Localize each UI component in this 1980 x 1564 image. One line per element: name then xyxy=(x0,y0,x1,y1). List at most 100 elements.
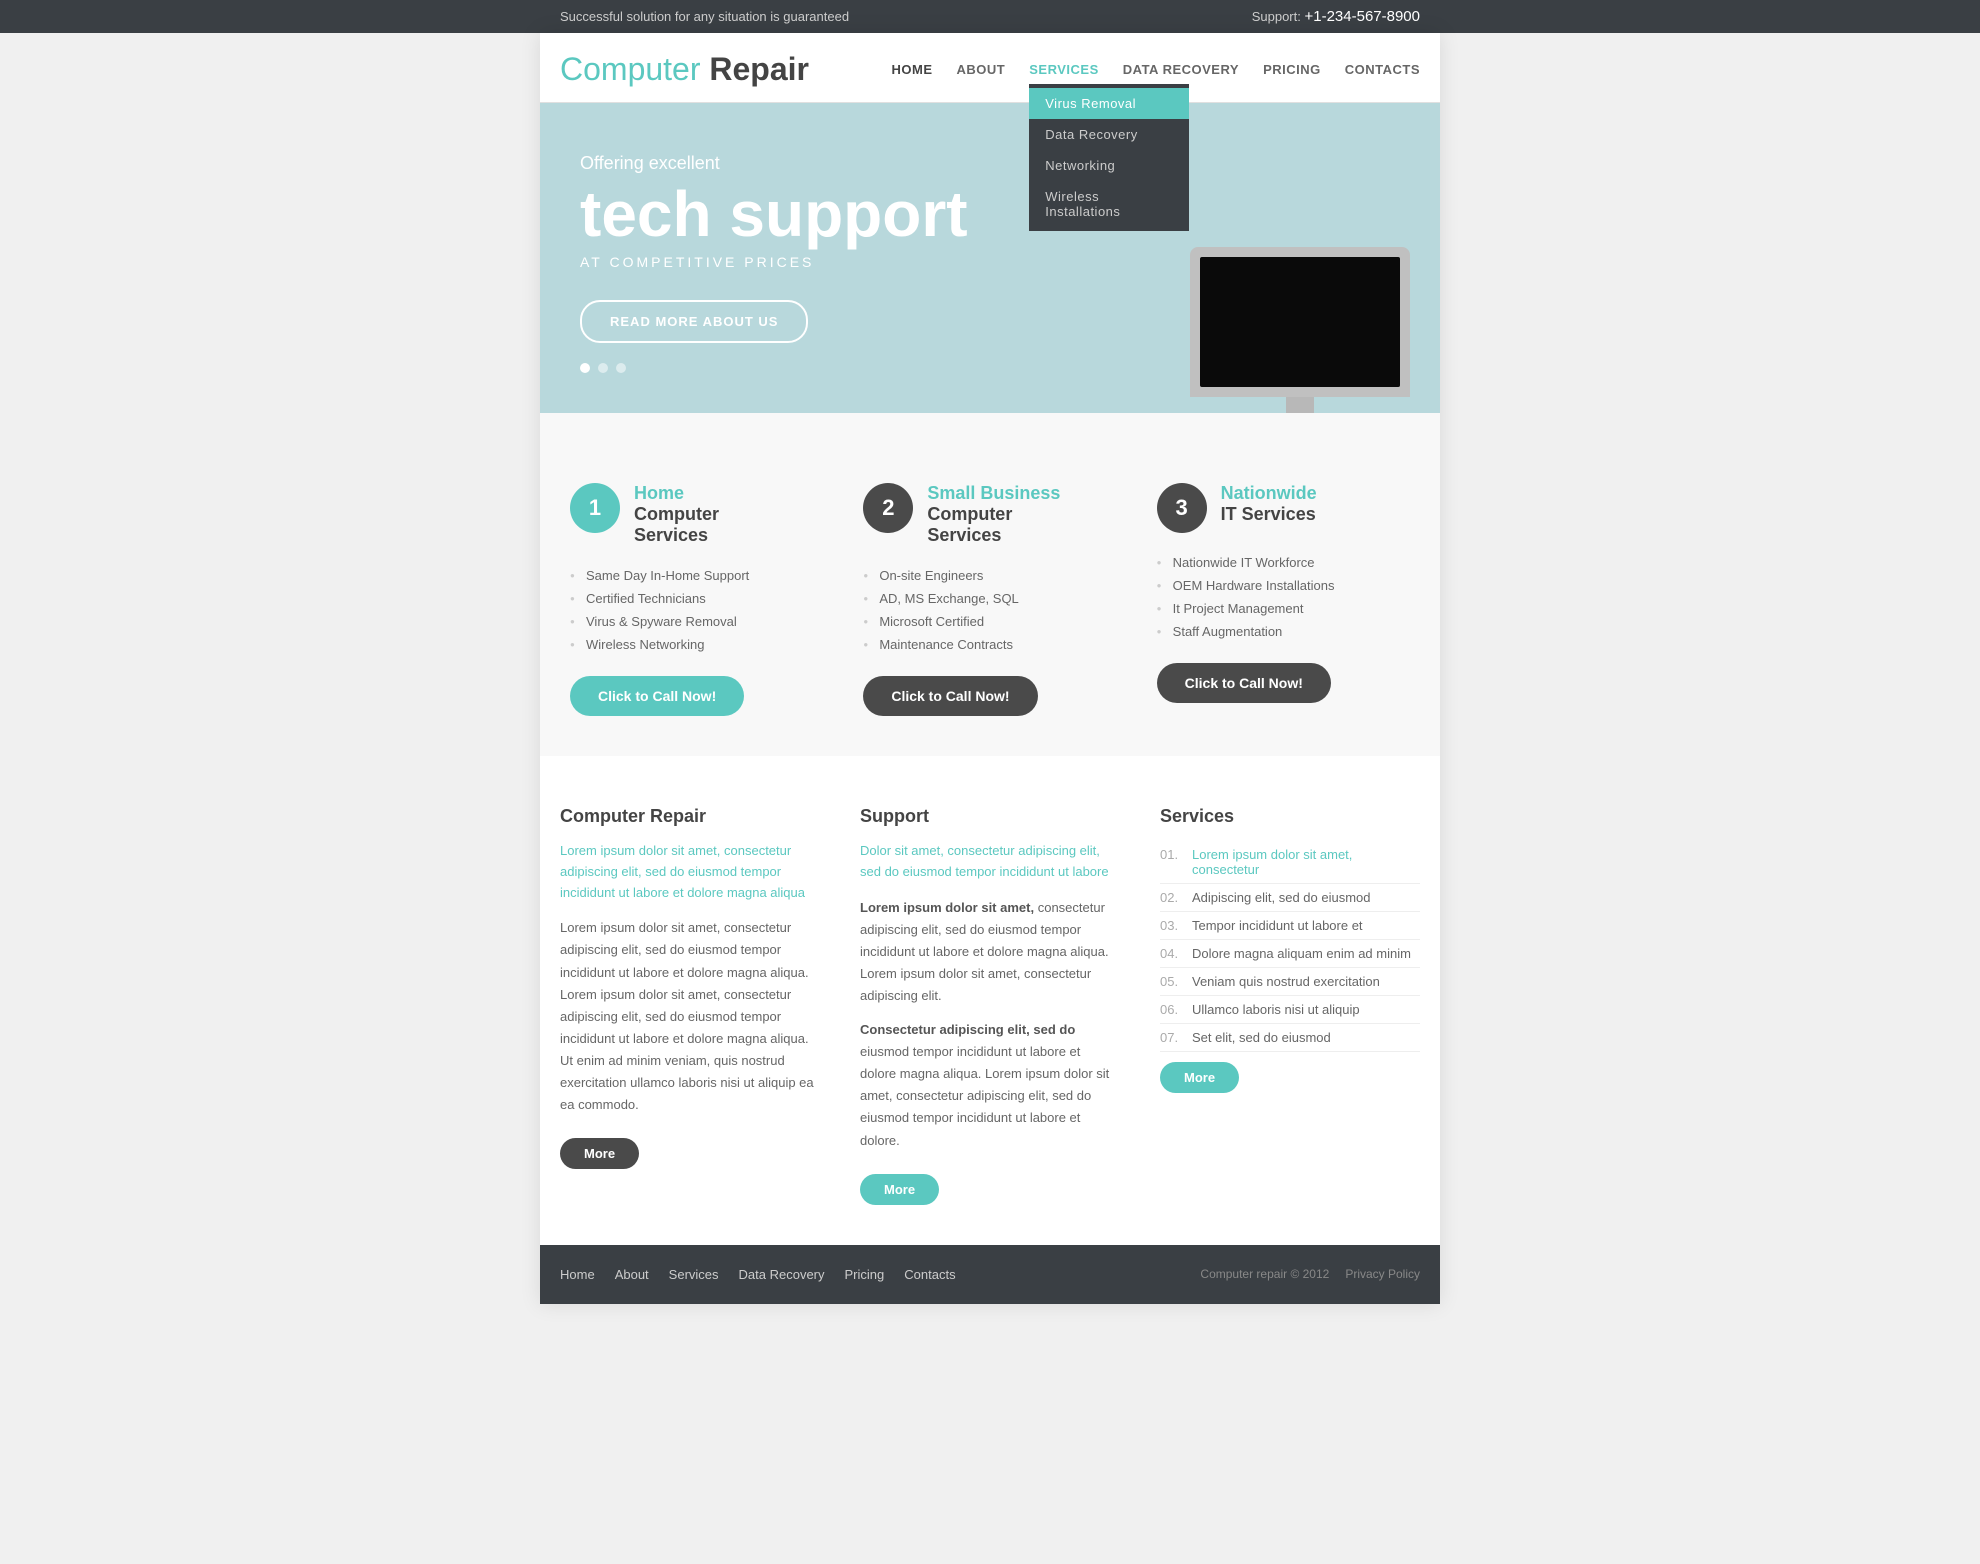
service-list-item-6[interactable]: 06. Ullamco laboris nisi ut aliquip xyxy=(1160,996,1420,1024)
service-item-text: Lorem ipsum dolor sit amet, consectetur xyxy=(1192,847,1420,877)
list-item: Nationwide IT Workforce xyxy=(1157,551,1410,574)
dot-3[interactable] xyxy=(616,363,626,373)
hero-banner: Offering excellent tech support AT COMPE… xyxy=(540,103,1440,413)
service-item-text: Veniam quis nostrud exercitation xyxy=(1192,974,1380,989)
computer-illustration xyxy=(1170,247,1430,413)
list-item: OEM Hardware Installations xyxy=(1157,574,1410,597)
list-item: Same Day In-Home Support xyxy=(570,564,823,587)
nav-about[interactable]: ABOUT xyxy=(957,62,1006,77)
support-label: Support: xyxy=(1252,9,1301,24)
list-item: Wireless Networking xyxy=(570,633,823,656)
list-item: Microsoft Certified xyxy=(863,610,1116,633)
service-list-2: On-site Engineers AD, MS Exchange, SQL M… xyxy=(863,564,1116,656)
hero-sub: Offering excellent xyxy=(580,153,1400,174)
nav-services[interactable]: SERVICES xyxy=(1029,62,1099,77)
service-list-item-4[interactable]: 04. Dolore magna aliquam enim ad minim xyxy=(1160,940,1420,968)
service-title-3-line2: IT Services xyxy=(1221,504,1317,525)
list-item: Certified Technicians xyxy=(570,587,823,610)
service-title-1-line1: Home xyxy=(634,483,719,504)
service-item-text: Adipiscing elit, sed do eiusmod xyxy=(1192,890,1371,905)
list-item: It Project Management xyxy=(1157,597,1410,620)
service-num-2: 2 xyxy=(863,483,913,533)
list-item: Virus & Spyware Removal xyxy=(570,610,823,633)
call-button-2[interactable]: Click to Call Now! xyxy=(863,676,1037,716)
service-list-3: Nationwide IT Workforce OEM Hardware Ins… xyxy=(1157,551,1410,643)
service-title-3-line1: Nationwide xyxy=(1221,483,1317,504)
col-support: Support Dolor sit amet, consectetur adip… xyxy=(860,806,1120,1205)
more-button-1[interactable]: More xyxy=(560,1138,639,1169)
service-num-1: 1 xyxy=(570,483,620,533)
nav-services-item: SERVICES Virus Removal Data Recovery Net… xyxy=(1029,62,1099,77)
footer-link-data-recovery[interactable]: Data Recovery xyxy=(739,1267,825,1282)
nav-pricing[interactable]: PRICING xyxy=(1263,62,1321,77)
dropdown-wireless[interactable]: Wireless Installations xyxy=(1029,181,1189,227)
footer-nav: Home About Services Data Recovery Pricin… xyxy=(560,1267,956,1282)
col-services: Services 01. Lorem ipsum dolor sit amet,… xyxy=(1160,806,1420,1205)
service-num-3: 3 xyxy=(1157,483,1207,533)
content-section: Computer Repair Lorem ipsum dolor sit am… xyxy=(540,756,1440,1245)
hero-cta-button[interactable]: READ MORE ABOUT US xyxy=(580,300,808,343)
support-info: Support: +1-234-567-8900 xyxy=(1252,8,1420,25)
list-item: Staff Augmentation xyxy=(1157,620,1410,643)
service-title-2-line2: ComputerServices xyxy=(927,504,1060,546)
service-list-item-3[interactable]: 03. Tempor incididunt ut labore et xyxy=(1160,912,1420,940)
footer-link-home[interactable]: Home xyxy=(560,1267,595,1282)
logo-teal: Computer xyxy=(560,51,701,87)
dot-1[interactable] xyxy=(580,363,590,373)
col2-text2: eiusmod tempor incididunt ut labore et d… xyxy=(860,1044,1109,1147)
dropdown-networking[interactable]: Networking xyxy=(1029,150,1189,181)
service-item-num: 06. xyxy=(1160,1002,1184,1017)
col2-bold1: Lorem ipsum dolor sit amet, xyxy=(860,900,1034,915)
services-dropdown: Virus Removal Data Recovery Networking W… xyxy=(1029,84,1189,231)
col1-teal-text: Lorem ipsum dolor sit amet, consectetur … xyxy=(560,841,820,903)
service-list-item-7[interactable]: 07. Set elit, sed do eiusmod xyxy=(1160,1024,1420,1052)
footer-link-about[interactable]: About xyxy=(615,1267,649,1282)
col-computer-repair: Computer Repair Lorem ipsum dolor sit am… xyxy=(560,806,820,1205)
dot-2[interactable] xyxy=(598,363,608,373)
footer-link-services[interactable]: Services xyxy=(669,1267,719,1282)
more-button-2[interactable]: More xyxy=(860,1174,939,1205)
nav-home[interactable]: HOME xyxy=(892,62,933,77)
service-item-num: 07. xyxy=(1160,1030,1184,1045)
dropdown-virus-removal[interactable]: Virus Removal xyxy=(1029,88,1189,119)
footer-link-contacts[interactable]: Contacts xyxy=(904,1267,955,1282)
service-title-2-line1: Small Business xyxy=(927,483,1060,504)
nav-contacts[interactable]: CONTACTS xyxy=(1345,62,1420,77)
list-item: AD, MS Exchange, SQL xyxy=(863,587,1116,610)
col2-title: Support xyxy=(860,806,1120,827)
logo: Computer Repair xyxy=(560,51,809,88)
service-item-num: 01. xyxy=(1160,847,1184,877)
col3-title: Services xyxy=(1160,806,1420,827)
service-list-item-1[interactable]: 01. Lorem ipsum dolor sit amet, consecte… xyxy=(1160,841,1420,884)
service-card-2: 2 Small Business ComputerServices On-sit… xyxy=(853,483,1126,716)
privacy-policy-link[interactable]: Privacy Policy xyxy=(1345,1267,1420,1281)
support-phone[interactable]: +1-234-567-8900 xyxy=(1304,8,1420,25)
col2-text1: consectetur adipiscing elit, sed do eius… xyxy=(860,900,1109,1003)
tagline: Successful solution for any situation is… xyxy=(560,9,849,24)
call-button-1[interactable]: Click to Call Now! xyxy=(570,676,744,716)
service-list-1: Same Day In-Home Support Certified Techn… xyxy=(570,564,823,656)
service-item-num: 04. xyxy=(1160,946,1184,961)
call-button-3[interactable]: Click to Call Now! xyxy=(1157,663,1331,703)
service-card-1: 1 Home ComputerServices Same Day In-Home… xyxy=(560,483,833,716)
more-button-3[interactable]: More xyxy=(1160,1062,1239,1093)
service-item-num: 02. xyxy=(1160,890,1184,905)
nav-data-recovery[interactable]: DATA RECOVERY xyxy=(1123,62,1239,77)
service-item-text: Tempor incididunt ut labore et xyxy=(1192,918,1363,933)
col1-body: Lorem ipsum dolor sit amet, consectetur … xyxy=(560,917,820,1116)
service-list-item-5[interactable]: 05. Veniam quis nostrud exercitation xyxy=(1160,968,1420,996)
dropdown-data-recovery[interactable]: Data Recovery xyxy=(1029,119,1189,150)
service-list-item-2[interactable]: 02. Adipiscing elit, sed do eiusmod xyxy=(1160,884,1420,912)
hero-title: tech support xyxy=(580,182,1400,246)
col2-body1: Lorem ipsum dolor sit amet, consectetur … xyxy=(860,897,1120,1007)
service-item-text: Ullamco laboris nisi ut aliquip xyxy=(1192,1002,1360,1017)
copyright-text: Computer repair © 2012 xyxy=(1200,1267,1329,1281)
list-item: On-site Engineers xyxy=(863,564,1116,587)
footer-link-pricing[interactable]: Pricing xyxy=(845,1267,885,1282)
services-section: 1 Home ComputerServices Same Day In-Home… xyxy=(540,413,1440,756)
footer-inner: Home About Services Data Recovery Pricin… xyxy=(540,1267,1440,1282)
service-item-num: 05. xyxy=(1160,974,1184,989)
col2-teal-text: Dolor sit amet, consectetur adipiscing e… xyxy=(860,841,1120,883)
col2-body2: Consectetur adipiscing elit, sed do eius… xyxy=(860,1019,1120,1152)
service-item-text: Set elit, sed do eiusmod xyxy=(1192,1030,1331,1045)
